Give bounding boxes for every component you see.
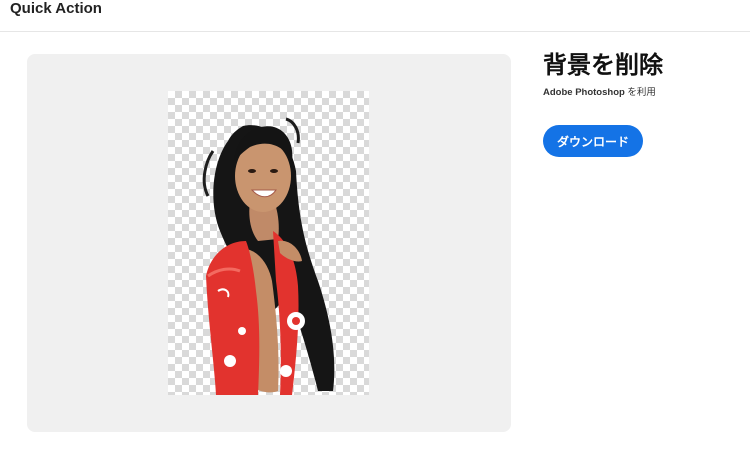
powered-by-app: Adobe Photoshop [543,87,625,98]
action-title: 背景を削除 [543,51,663,79]
preview-panel [27,54,511,432]
powered-by-suffix: を利用 [624,87,656,98]
action-sidebar: 背景を削除 Adobe Photoshop を利用 [543,50,743,98]
person-cutout-image [202,117,335,395]
download-button[interactable]: ダウンロード [543,125,643,157]
transparent-canvas [168,91,369,395]
top-bar: Quick Action [0,0,750,32]
app-title: Quick Action [10,0,102,17]
powered-by: Adobe Photoshop を利用 [543,84,743,98]
